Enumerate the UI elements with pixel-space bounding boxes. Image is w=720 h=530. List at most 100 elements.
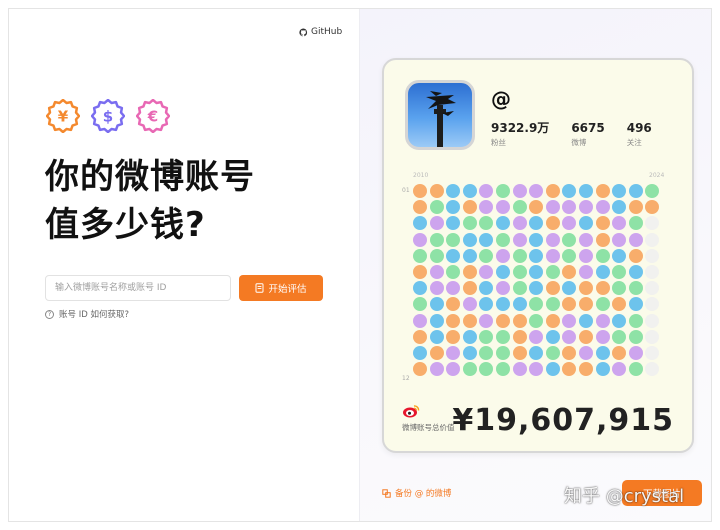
activity-dot <box>612 184 627 198</box>
app-frame: GitHub ¥ $ € 你的微博账号 值多少钱? 开始评估 ? 账号 ID 如何获… <box>8 8 712 522</box>
activity-dot <box>495 248 510 263</box>
activity-dot <box>462 329 477 344</box>
activity-dot <box>429 329 444 344</box>
activity-dot <box>595 216 610 231</box>
activity-dot <box>595 313 610 328</box>
help-label: 账号 ID 如何获取? <box>59 310 129 320</box>
currency-icons: ¥ $ € <box>46 99 170 133</box>
activity-dot <box>628 264 643 279</box>
left-panel: GitHub ¥ $ € 你的微博账号 值多少钱? 开始评估 ? 账号 ID 如何获… <box>9 9 359 521</box>
activity-dot <box>628 216 643 231</box>
backup-icon <box>382 488 391 498</box>
activity-dot <box>612 248 627 263</box>
activity-dot <box>545 297 560 312</box>
activity-dot <box>545 216 560 231</box>
activity-dot <box>595 264 610 279</box>
backup-label: 备份 @ 的微博 <box>395 489 452 499</box>
activity-dot <box>562 362 577 377</box>
activity-dot <box>612 297 627 312</box>
activity-dot <box>512 297 527 312</box>
activity-dot <box>529 313 544 328</box>
activity-dot <box>545 184 560 198</box>
help-link[interactable]: ? 账号 ID 如何获取? <box>45 308 129 320</box>
activity-dot <box>462 232 477 247</box>
yuan-coin-icon: ¥ <box>46 99 80 133</box>
activity-dot <box>529 232 544 247</box>
stat-label: 粉丝 <box>491 138 506 147</box>
activity-dot <box>645 281 660 296</box>
activity-dot <box>578 264 593 279</box>
activity-dot <box>545 200 560 215</box>
activity-dot <box>462 264 477 279</box>
activity-dot <box>529 329 544 344</box>
activity-dot <box>578 362 593 377</box>
activity-dot <box>512 281 527 296</box>
activity-dot <box>512 232 527 247</box>
activity-dot <box>645 297 660 312</box>
activity-dot <box>446 313 461 328</box>
activity-dot <box>495 313 510 328</box>
activity-dot <box>512 200 527 215</box>
activity-dot <box>578 216 593 231</box>
activity-dot <box>529 216 544 231</box>
activity-dot <box>578 281 593 296</box>
dollar-coin-icon: $ <box>91 99 125 133</box>
account-search-input[interactable] <box>45 275 231 301</box>
question-icon: ? <box>45 309 54 319</box>
activity-dot <box>562 184 577 198</box>
start-button-label: 开始评估 <box>268 284 307 295</box>
year-end-label: 2024 <box>649 172 665 179</box>
activity-dot <box>628 248 643 263</box>
title-line-1: 你的微博账号 <box>45 157 255 197</box>
activity-dot <box>628 362 643 377</box>
activity-dot <box>612 362 627 377</box>
activity-dot <box>462 248 477 263</box>
activity-dot <box>545 362 560 377</box>
activity-dot <box>529 281 544 296</box>
stat-label: 关注 <box>626 138 642 147</box>
activity-dot <box>529 297 544 312</box>
activity-dot <box>545 264 560 279</box>
avatar <box>405 80 475 150</box>
activity-dot <box>612 345 627 360</box>
activity-dot <box>562 345 577 360</box>
activity-dot <box>545 313 560 328</box>
github-link[interactable]: GitHub <box>299 27 342 37</box>
activity-dot <box>495 216 510 231</box>
total-value-label: 微博账号总价值 <box>402 423 455 432</box>
activity-dot <box>545 345 560 360</box>
activity-dot <box>512 264 527 279</box>
activity-dot <box>562 297 577 312</box>
activity-dot <box>495 329 510 344</box>
activity-dot <box>578 248 593 263</box>
right-panel: @ 9322.9万 粉丝 6675 微博 496 关注 2010 2024 01 12 微… <box>359 9 711 521</box>
activity-dot <box>479 232 494 247</box>
activity-dot <box>479 281 494 296</box>
activity-dot <box>479 345 494 360</box>
activity-dot <box>612 200 627 215</box>
activity-dot <box>645 200 660 215</box>
account-stats: 9322.9万 粉丝 6675 微博 496 关注 <box>491 121 674 148</box>
activity-dot <box>628 232 643 247</box>
activity-dot <box>429 313 444 328</box>
activity-dot <box>429 232 444 247</box>
activity-dot <box>645 313 660 328</box>
activity-dot <box>462 313 477 328</box>
activity-dot <box>562 216 577 231</box>
activity-dot <box>578 345 593 360</box>
activity-dot <box>495 297 510 312</box>
activity-dot <box>529 184 544 198</box>
stat-value: 9322.9万 <box>491 121 550 135</box>
backup-weibo-link[interactable]: 备份 @ 的微博 <box>382 487 451 499</box>
activity-dot <box>512 216 527 231</box>
watermark: 知乎 @crystal <box>564 486 685 507</box>
activity-dot <box>562 232 577 247</box>
activity-dot <box>462 184 477 198</box>
activity-dot <box>479 313 494 328</box>
start-evaluation-button[interactable]: 开始评估 <box>239 275 323 301</box>
activity-dot <box>578 313 593 328</box>
activity-dot <box>595 281 610 296</box>
activity-dot <box>595 297 610 312</box>
month-start-label: 01 <box>402 187 410 194</box>
activity-dot <box>595 248 610 263</box>
